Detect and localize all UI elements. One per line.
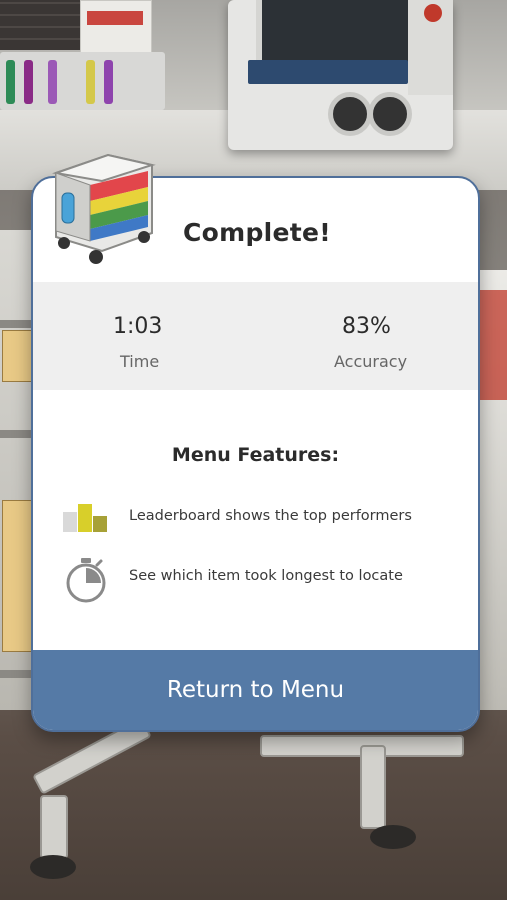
test-tube: [6, 60, 15, 104]
feature-stopwatch: See which item took longest to locate: [61, 556, 461, 603]
accuracy-label: Accuracy: [334, 352, 408, 371]
time-value: 1:03: [113, 314, 163, 339]
feature-leaderboard-text: Leaderboard shows the top performers: [129, 508, 412, 524]
accuracy-value: 83%: [342, 314, 391, 339]
test-tube: [104, 60, 113, 104]
red-drawer: [477, 290, 507, 400]
dialog-title: Complete!: [183, 218, 332, 247]
return-to-menu-button[interactable]: Return to Menu: [33, 650, 478, 730]
stats-panel: 1:03 Time 83% Accuracy: [33, 282, 478, 390]
brick-wall: [0, 0, 90, 50]
features-heading: Menu Features:: [171, 444, 340, 466]
supply-cart-icon: [48, 133, 158, 271]
defibrillator: [228, 0, 453, 150]
test-tube: [86, 60, 95, 104]
time-label: Time: [120, 352, 160, 371]
stopwatch-icon: [61, 556, 111, 603]
test-tube: [24, 60, 33, 104]
cart-base: [0, 705, 507, 900]
feature-leaderboard: Leaderboard shows the top performers: [61, 496, 461, 540]
test-tube: [48, 60, 57, 104]
leaderboard-icon: [61, 496, 111, 540]
feature-stopwatch-text: See which item took longest to locate: [129, 568, 403, 584]
